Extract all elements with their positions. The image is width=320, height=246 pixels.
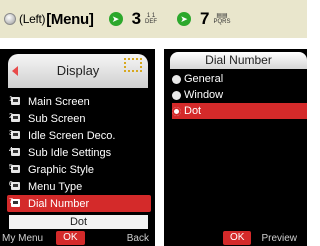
arrow-right-icon: ➤ [177, 12, 192, 26]
menu-item[interactable]: 6 Menu Type [9, 178, 151, 195]
menu-item[interactable]: 5 Graphic Style [9, 161, 151, 178]
radio-option-label: Window [184, 89, 224, 101]
ok-softkey[interactable]: OK [223, 231, 252, 245]
menu-item-icon: 5 [9, 164, 22, 175]
menu-item-label: Main Screen [28, 95, 90, 108]
menu-item-label: Idle Screen Deco. [28, 129, 116, 142]
left-arrow-icon[interactable] [12, 66, 18, 76]
preview-softkey[interactable]: Preview [261, 233, 297, 244]
menu-key-label: [Menu] [46, 10, 94, 28]
softkey-bar: My Menu OK Back [0, 230, 155, 246]
back-softkey[interactable]: Back [127, 233, 149, 244]
step1-number: 3 [131, 9, 142, 28]
screen-header: Dial Number [170, 52, 307, 69]
radio-button-icon [172, 90, 181, 100]
instruction-bar: (Left) [Menu] ➤ 3 1 1 DEF ➤ 7 ▤▤ PQRS [0, 0, 307, 38]
radio-button-icon [172, 106, 181, 116]
radio-option[interactable]: General [172, 71, 307, 87]
menu-item-icon: 4 [9, 147, 22, 158]
menu-item[interactable]: 2 Sub Screen [9, 110, 151, 127]
bullet-icon [4, 13, 16, 25]
radio-option-label: Dot [184, 105, 202, 117]
menu-item-label: Dial Number [28, 197, 90, 210]
radio-button-icon [172, 74, 181, 84]
menu-item-label: Sub Idle Settings [28, 146, 112, 159]
softkey-bar: OK Preview [164, 230, 307, 246]
menu-item-icon: 1 [9, 96, 22, 107]
menu-item-icon: 3 [9, 130, 22, 141]
ok-softkey[interactable]: OK [56, 231, 85, 245]
radio-option-label: General [184, 73, 224, 85]
my-menu-softkey[interactable]: My Menu [2, 233, 43, 244]
page-title: Dial Number [205, 53, 272, 67]
menu-list: 1 Main Screen 2 Sub Screen 3 Idle Screen Deco… [7, 93, 151, 212]
menu-item-label: Menu Type [28, 180, 83, 193]
step2-letters-label: ▤▤ PQRS [213, 13, 231, 25]
screen-header: Display [8, 54, 148, 88]
page-title: Display [56, 63, 100, 78]
display-menu-screen: Display 1 Main Screen 2 Sub Screen 3 Idle Scr… [0, 49, 155, 246]
step2-number: 7 [200, 9, 210, 28]
menu-item[interactable]: 3 Idle Screen Deco. [9, 127, 151, 144]
radio-option[interactable]: Dot [172, 103, 307, 119]
left-key-label: (Left) [19, 12, 46, 26]
menu-item[interactable]: 1 Main Screen [9, 93, 151, 110]
menu-item-icon: 7 [9, 198, 22, 209]
current-setting-value: Dot [9, 215, 148, 229]
menu-item-icon: 6 [9, 181, 22, 192]
radio-option[interactable]: Window [172, 87, 307, 103]
option-list: General Window Dot [172, 71, 307, 119]
menu-item-label: Graphic Style [28, 163, 95, 176]
menu-item-label: Sub Screen [28, 112, 86, 125]
dotted-frame-icon [124, 58, 142, 72]
menu-item-icon: 2 [9, 113, 22, 124]
menu-item[interactable]: 4 Sub Idle Settings [9, 144, 151, 161]
step1-letters-label: 1 1 DEF [145, 13, 158, 25]
dial-number-screen: Dial Number General Window Dot [164, 49, 307, 246]
arrow-right-icon: ➤ [108, 12, 123, 26]
menu-item[interactable]: 7 Dial Number [7, 195, 151, 212]
